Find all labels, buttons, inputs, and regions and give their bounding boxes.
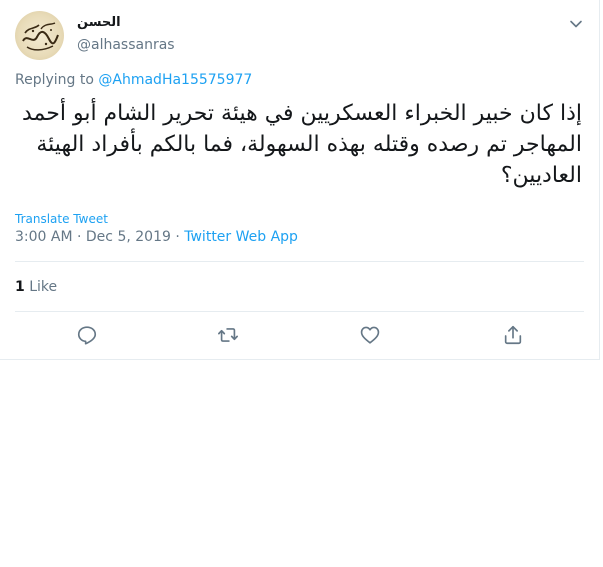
likes-stat[interactable]: 1 Like (15, 279, 57, 295)
tweet-source-link[interactable]: Twitter Web App (184, 229, 298, 245)
like-label: Like (29, 279, 58, 295)
heart-icon (360, 326, 380, 344)
like-count: 1 (15, 279, 25, 295)
retweet-icon (218, 328, 238, 342)
divider (15, 261, 584, 262)
share-icon (504, 325, 522, 345)
display-name[interactable]: الحسن (77, 15, 121, 30)
calligraphy-logo-icon (22, 22, 59, 51)
translate-tweet-link[interactable]: Translate Tweet (15, 212, 108, 226)
meta-separator: · (175, 229, 180, 245)
tweet-detail: الحسن @alhassanras Replying to @AhmadHa1… (0, 0, 600, 360)
tweet-time[interactable]: 3:00 AM (15, 229, 73, 245)
avatar[interactable] (15, 11, 64, 60)
replying-prefix: Replying to (15, 72, 94, 88)
replying-to-mention[interactable]: @AhmadHa15575977 (98, 72, 252, 88)
like-button[interactable] (359, 324, 383, 348)
share-button[interactable] (502, 324, 526, 348)
replying-to: Replying to @AhmadHa15575977 (15, 72, 252, 88)
meta-separator: · (77, 229, 82, 245)
divider (15, 311, 584, 312)
tweet-text: إذا كان خبير الخبراء العسكريين في هيئة ت… (21, 101, 582, 188)
tweet-metadata: 3:00 AM · Dec 5, 2019 · Twitter Web App (15, 229, 298, 245)
chevron-down-icon[interactable] (568, 16, 584, 32)
reply-icon (77, 326, 97, 345)
tweet-date[interactable]: Dec 5, 2019 (86, 229, 171, 245)
reply-button[interactable] (76, 324, 100, 348)
user-handle[interactable]: @alhassanras (77, 37, 175, 53)
retweet-button[interactable] (217, 324, 241, 348)
